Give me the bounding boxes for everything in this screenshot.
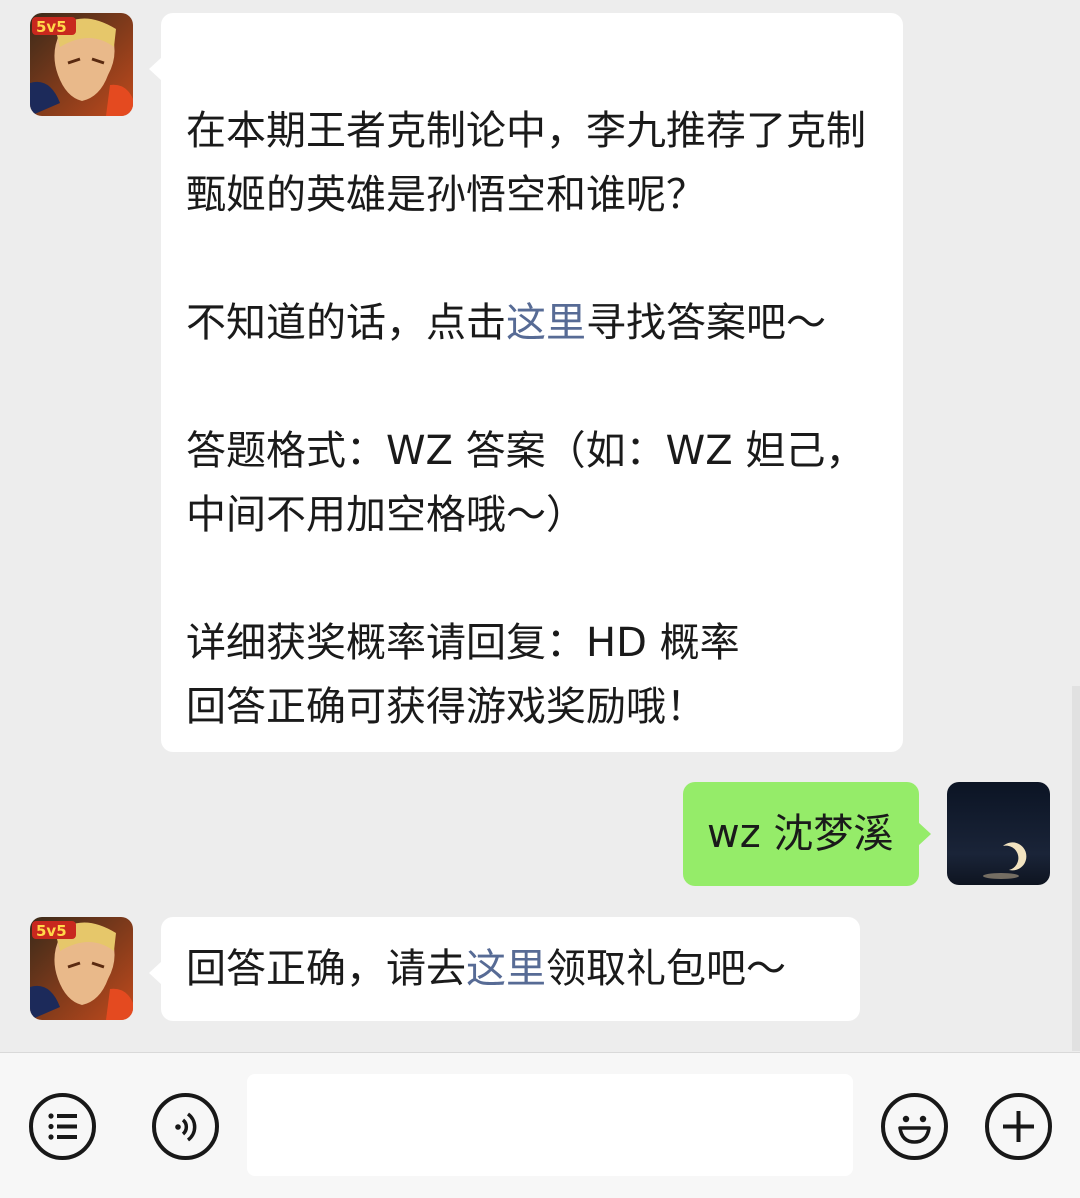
hero-avatar-icon: 5v5 — [30, 917, 133, 1020]
menu-list-glyph — [48, 1113, 77, 1140]
scrollbar[interactable] — [1072, 686, 1080, 1051]
game-account-avatar[interactable]: 5v5 — [30, 917, 133, 1020]
incoming-message-bubble[interactable]: 在本期王者克制论中，李九推荐了克制甄姬的英雄是孙悟空和谁呢？ 不知道的话，点击这… — [149, 13, 903, 752]
incoming-message-bubble[interactable]: 回答正确，请去这里领取礼包吧～ — [149, 917, 860, 1021]
hint-text: 不知道的话，点击这里寻找答案吧～ — [186, 300, 826, 346]
plus-glyph — [1003, 1111, 1034, 1142]
outgoing-message-bubble[interactable]: wz 沈梦溪 — [683, 782, 931, 886]
emoji-glyph — [898, 1115, 931, 1144]
gift-link[interactable]: 这里 — [466, 946, 546, 992]
menu-list-icon[interactable] — [29, 1093, 96, 1160]
outgoing-message-text: wz 沈梦溪 — [707, 811, 894, 857]
game-account-avatar[interactable]: 5v5 — [30, 13, 133, 116]
input-toolbar — [0, 1052, 1080, 1198]
chat-area: 5v5 在本期王者克制论中，李九推荐了克制甄姬的英雄是孙悟空和谁呢？ 不知道的话… — [0, 0, 1080, 1052]
hero-avatar-icon: 5v5 — [30, 13, 133, 116]
voice-icon[interactable] — [152, 1093, 219, 1160]
svg-text:5v5: 5v5 — [36, 18, 67, 36]
emoji-icon[interactable] — [881, 1093, 948, 1160]
plus-icon[interactable] — [985, 1093, 1052, 1160]
voice-glyph — [175, 1112, 197, 1142]
reply-text: 回答正确，请去这里领取礼包吧～ — [186, 946, 786, 992]
user-avatar[interactable] — [947, 782, 1050, 885]
question-text: 在本期王者克制论中，李九推荐了克制甄姬的英雄是孙悟空和谁呢？ — [186, 108, 866, 218]
probability-text: 详细获奖概率请回复：HD 概率 — [186, 620, 740, 666]
svg-text:5v5: 5v5 — [36, 922, 67, 940]
answer-link[interactable]: 这里 — [506, 300, 586, 346]
message-input[interactable] — [247, 1074, 853, 1176]
format-text: 答题格式：WZ 答案（如：WZ 妲己，中间不用加空格哦～） — [186, 428, 866, 538]
reward-text: 回答正确可获得游戏奖励哦！ — [186, 684, 706, 730]
moon-avatar-icon — [947, 782, 1050, 885]
